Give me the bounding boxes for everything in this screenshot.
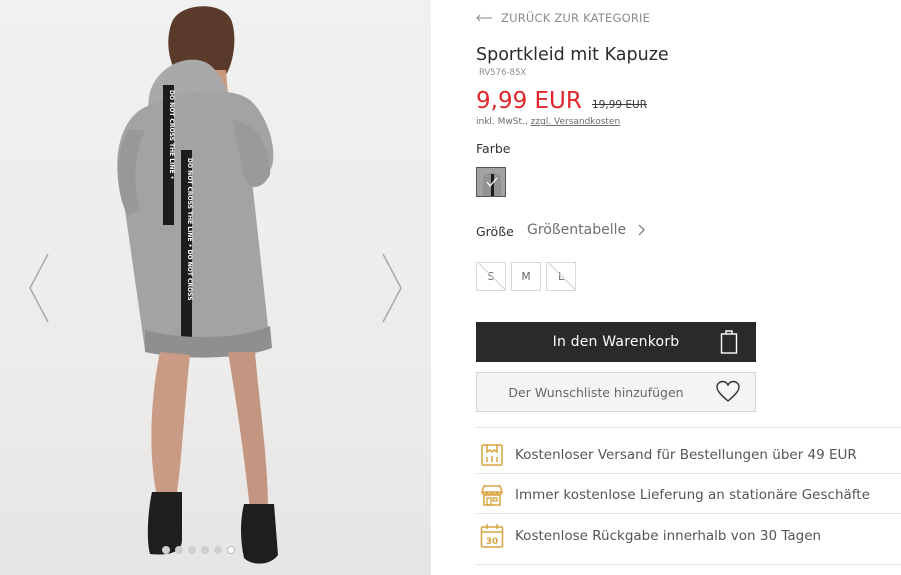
back-label: ZURÜCK ZUR KATEGORIE — [501, 11, 651, 25]
color-swatch-grey[interactable] — [476, 167, 506, 197]
next-image-arrow[interactable] — [379, 250, 405, 326]
calendar-30-icon: 30 — [480, 524, 504, 548]
benefit-store-delivery: Immer kostenlose Lieferung an stationäre… — [480, 483, 870, 507]
gallery-dot[interactable] — [201, 546, 209, 554]
section-divider — [476, 513, 901, 514]
back-to-category-link[interactable]: ZURÜCK ZUR KATEGORIE — [476, 11, 650, 25]
benefit-free-returns: 30 Kostenlose Rückgabe innerhalb von 30 … — [480, 523, 821, 549]
chevron-right-icon — [382, 253, 402, 323]
shopping-bag-icon — [720, 330, 738, 354]
section-divider — [476, 427, 901, 428]
calendar-badge: 30 — [486, 537, 499, 547]
gallery-dot-active[interactable] — [227, 546, 235, 554]
size-option-s[interactable]: S — [476, 262, 506, 291]
tax-text: inkl. MwSt., — [476, 117, 528, 127]
current-price: 9,99 EUR — [476, 88, 582, 114]
chevron-left-icon — [29, 253, 49, 323]
swatch-pattern — [477, 168, 505, 196]
storefront-icon — [480, 485, 504, 506]
chevron-right-icon — [638, 224, 645, 236]
arrow-left-icon — [476, 14, 492, 22]
add-to-cart-label: In den Warenkorb — [552, 334, 680, 350]
delivery-box-icon — [481, 444, 503, 466]
size-options: S M L — [476, 262, 576, 291]
gallery-dot[interactable] — [175, 546, 183, 554]
add-to-wishlist-label: Der Wunschliste hinzufügen — [508, 384, 684, 400]
product-details: ZURÜCK ZUR KATEGORIE Sportkleid mit Kapu… — [476, 0, 901, 575]
add-to-cart-button[interactable]: In den Warenkorb — [476, 322, 756, 362]
benefit-free-shipping: Kostenloser Versand für Bestellungen übe… — [480, 443, 857, 467]
size-table-label: Größentabelle — [527, 222, 627, 238]
benefit-text: Kostenlose Rückgabe innerhalb von 30 Tag… — [515, 528, 822, 544]
size-option-l[interactable]: L — [546, 262, 576, 291]
benefit-text: Immer kostenlose Lieferung an stationäre… — [515, 487, 870, 503]
size-option-m[interactable]: M — [511, 262, 541, 291]
gallery-dot[interactable] — [188, 546, 196, 554]
product-title: Sportkleid mit Kapuze — [476, 45, 669, 65]
color-label: Farbe — [476, 141, 511, 156]
previous-image-arrow[interactable] — [26, 250, 52, 326]
old-price: 19,99 EUR — [592, 99, 648, 111]
svg-text:DO NOT CROSS THE LINE • DO NOT: DO NOT CROSS THE LINE • DO NOT CROSS — [186, 158, 193, 301]
section-divider — [476, 473, 901, 474]
product-photo: DO NOT CROSS THE LINE • DO NOT CROSS THE… — [117, 6, 278, 564]
size-table-link[interactable]: Größentabelle — [527, 222, 645, 238]
gallery-dots — [162, 546, 235, 554]
heart-icon — [716, 380, 740, 402]
section-divider — [476, 564, 901, 565]
add-to-wishlist-button[interactable]: Der Wunschliste hinzufügen — [476, 372, 756, 412]
shipping-costs-link[interactable]: zzgl. Versandkosten — [531, 117, 621, 127]
gallery-dot[interactable] — [162, 546, 170, 554]
svg-text:DO NOT CROSS THE LINE •: DO NOT CROSS THE LINE • — [168, 90, 175, 179]
product-sku: RV576-85X — [479, 68, 527, 78]
gallery-dot[interactable] — [214, 546, 222, 554]
product-image-gallery: DO NOT CROSS THE LINE • DO NOT CROSS THE… — [0, 0, 431, 575]
size-label: Größe — [476, 224, 514, 239]
tax-note: inkl. MwSt., zzgl. Versandkosten — [476, 117, 620, 127]
benefit-text: Kostenloser Versand für Bestellungen übe… — [515, 447, 857, 463]
